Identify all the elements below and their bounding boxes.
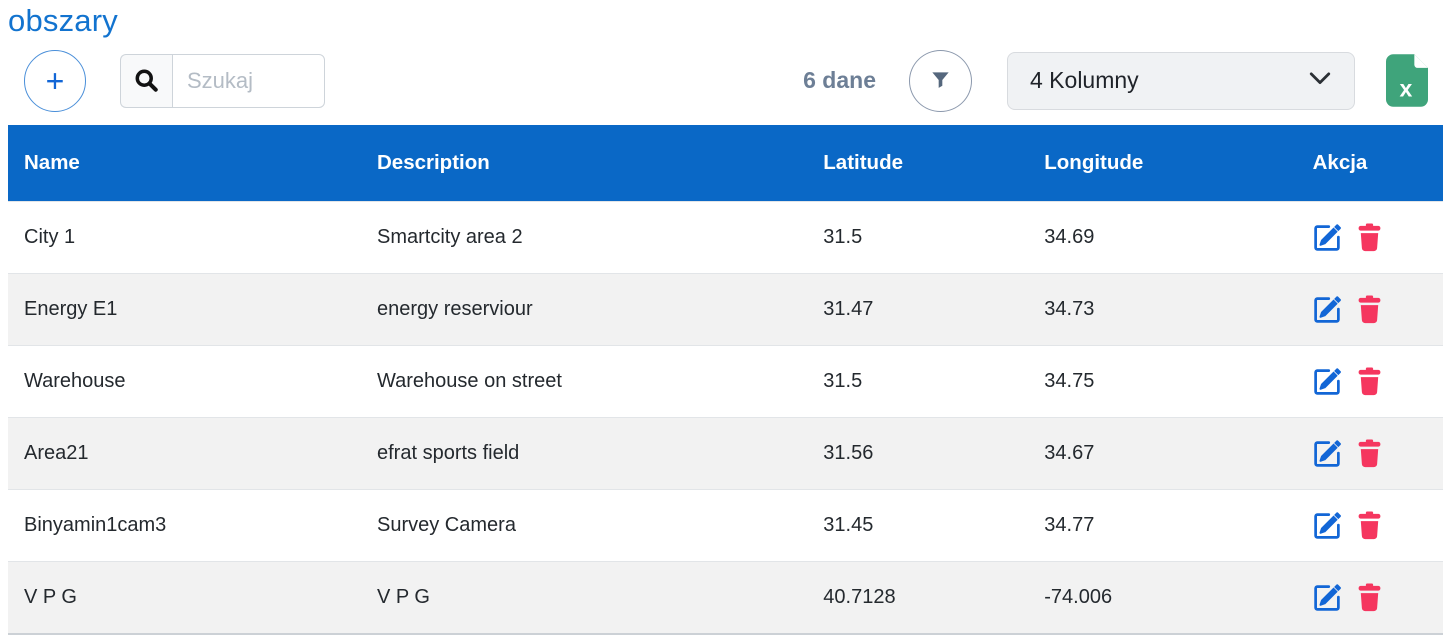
trash-icon — [1357, 312, 1382, 324]
cell-latitude: 31.56 — [807, 442, 1028, 465]
table-row: Area21 efrat sports field 31.56 34.67 — [8, 417, 1443, 489]
cell-name: V P G — [8, 586, 361, 609]
edit-button[interactable] — [1313, 584, 1341, 612]
cell-description: V P G — [361, 586, 807, 609]
cell-actions — [1297, 295, 1443, 324]
cell-description: Warehouse on street — [361, 370, 807, 393]
cell-name: Warehouse — [8, 370, 361, 393]
cell-longitude: 34.67 — [1028, 442, 1296, 465]
trash-icon — [1357, 384, 1382, 396]
toolbar-right: 6 dane 4 Kolumny x — [803, 50, 1428, 112]
trash-icon — [1357, 456, 1382, 468]
cell-longitude: 34.73 — [1028, 298, 1296, 321]
search-group — [120, 54, 325, 108]
cell-actions — [1297, 223, 1443, 252]
table-header: Name Description Latitude Longitude Akcj… — [8, 125, 1443, 201]
columns-dropdown-value: 4 Kolumny — [1030, 67, 1139, 94]
svg-text:x: x — [1400, 75, 1413, 101]
cell-name: Binyamin1cam3 — [8, 514, 361, 537]
edit-pencil-square-icon — [1313, 384, 1341, 397]
trash-icon — [1357, 528, 1382, 540]
edit-pencil-square-icon — [1313, 528, 1341, 541]
cell-name: Energy E1 — [8, 298, 361, 321]
cell-description: Smartcity area 2 — [361, 226, 807, 249]
column-header-description: Description — [361, 151, 807, 175]
column-header-latitude: Latitude — [807, 151, 1028, 175]
edit-pencil-square-icon — [1313, 312, 1341, 325]
cell-description: Survey Camera — [361, 514, 807, 537]
columns-dropdown[interactable]: 4 Kolumny — [1007, 52, 1355, 110]
table-body: City 1 Smartcity area 2 31.5 34.69 — [8, 201, 1443, 633]
edit-button[interactable] — [1313, 440, 1341, 468]
table-row: City 1 Smartcity area 2 31.5 34.69 — [8, 201, 1443, 273]
edit-button[interactable] — [1313, 296, 1341, 324]
cell-actions — [1297, 583, 1443, 612]
column-header-name: Name — [8, 151, 361, 175]
plus-icon: + — [46, 65, 65, 97]
cell-longitude: 34.69 — [1028, 226, 1296, 249]
cell-longitude: -74.006 — [1028, 586, 1296, 609]
areas-table: Name Description Latitude Longitude Akcj… — [8, 125, 1443, 635]
search-input[interactable] — [172, 54, 325, 108]
chevron-down-icon — [1306, 64, 1334, 97]
trash-icon — [1357, 240, 1382, 252]
delete-button[interactable] — [1357, 223, 1382, 252]
cell-name: City 1 — [8, 226, 361, 249]
cell-description: energy reserviour — [361, 298, 807, 321]
cell-actions — [1297, 439, 1443, 468]
filter-button[interactable] — [909, 50, 972, 112]
table-row: Warehouse Warehouse on street 31.5 34.75 — [8, 345, 1443, 417]
delete-button[interactable] — [1357, 295, 1382, 324]
table-row: Binyamin1cam3 Survey Camera 31.45 34.77 — [8, 489, 1443, 561]
cell-latitude: 31.5 — [807, 226, 1028, 249]
cell-latitude: 31.5 — [807, 370, 1028, 393]
trash-icon — [1357, 600, 1382, 612]
column-header-longitude: Longitude — [1028, 151, 1296, 175]
delete-button[interactable] — [1357, 583, 1382, 612]
search-icon — [120, 54, 172, 108]
cell-name: Area21 — [8, 442, 361, 465]
cell-longitude: 34.75 — [1028, 370, 1296, 393]
cell-actions — [1297, 367, 1443, 396]
toolbar: + 6 dane 4 Kolumny — [24, 49, 1428, 112]
cell-latitude: 31.47 — [807, 298, 1028, 321]
page-title: obszary — [8, 3, 1451, 39]
cell-description: efrat sports field — [361, 442, 807, 465]
cell-latitude: 40.7128 — [807, 586, 1028, 609]
column-header-akcja: Akcja — [1297, 151, 1443, 175]
edit-pencil-square-icon — [1313, 456, 1341, 469]
excel-export-button[interactable]: x — [1386, 54, 1428, 107]
funnel-icon — [929, 68, 952, 94]
edit-button[interactable] — [1313, 368, 1341, 396]
edit-button[interactable] — [1313, 224, 1341, 252]
edit-pencil-square-icon — [1313, 600, 1341, 613]
table-row: V P G V P G 40.7128 -74.006 — [8, 561, 1443, 633]
excel-file-icon: x — [1386, 95, 1428, 110]
row-count-label: 6 dane — [803, 67, 876, 94]
delete-button[interactable] — [1357, 439, 1382, 468]
delete-button[interactable] — [1357, 511, 1382, 540]
cell-longitude: 34.77 — [1028, 514, 1296, 537]
edit-button[interactable] — [1313, 512, 1341, 540]
delete-button[interactable] — [1357, 367, 1382, 396]
table-row: Energy E1 energy reserviour 31.47 34.73 — [8, 273, 1443, 345]
edit-pencil-square-icon — [1313, 240, 1341, 253]
cell-latitude: 31.45 — [807, 514, 1028, 537]
cell-actions — [1297, 511, 1443, 540]
add-button[interactable]: + — [24, 50, 86, 112]
